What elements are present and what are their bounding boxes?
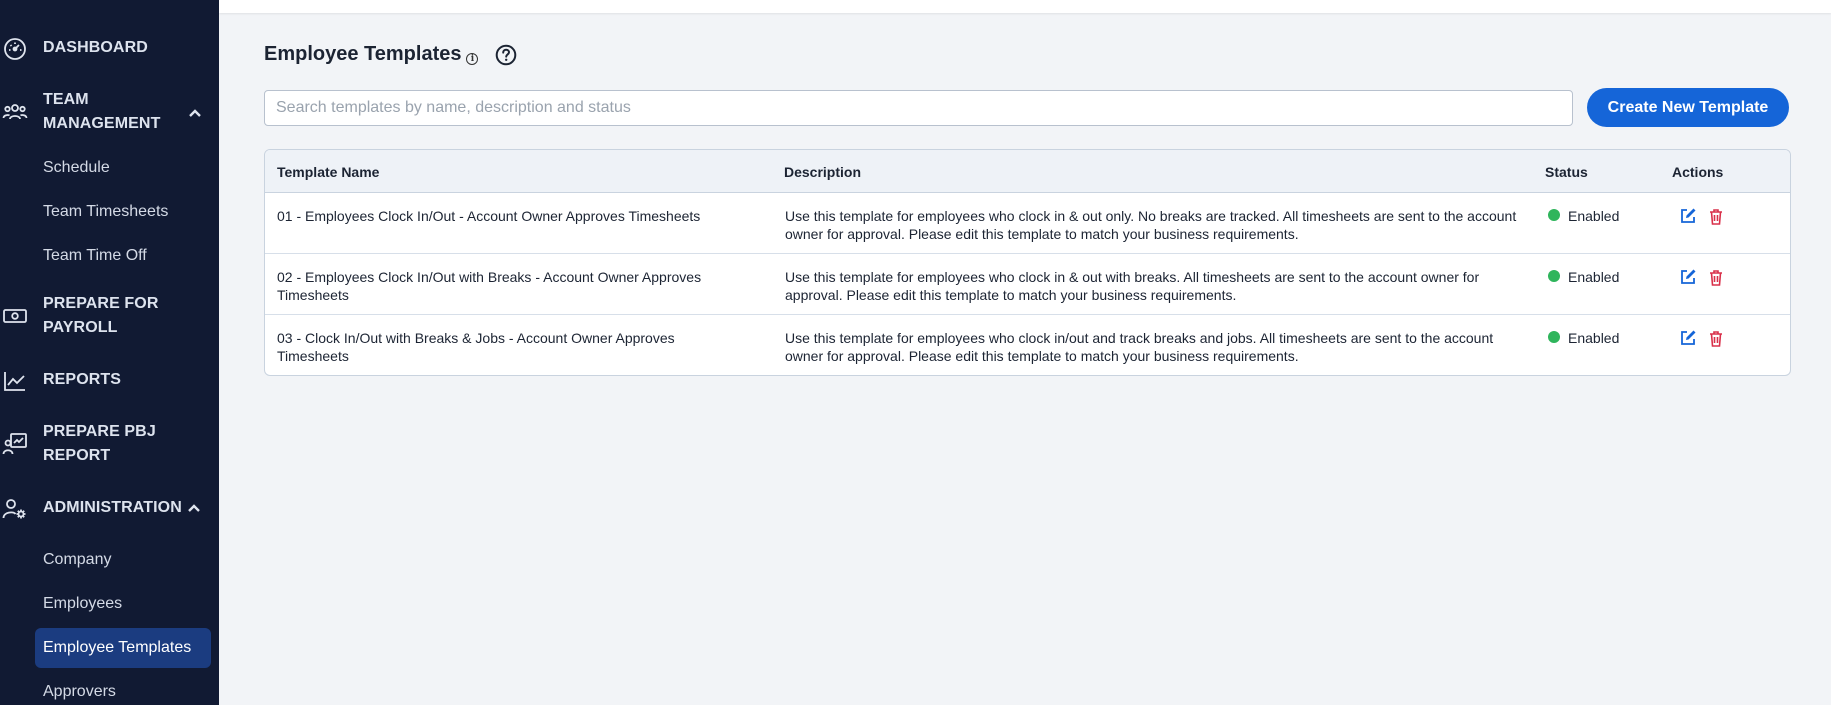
trash-icon[interactable] — [1708, 208, 1724, 225]
template-name-cell: 02 - Employees Clock In/Out with Breaks … — [277, 269, 702, 303]
nav-company[interactable]: Company — [43, 548, 111, 572]
people-icon — [2, 99, 28, 125]
status-dot — [1548, 208, 1560, 221]
edit-icon[interactable] — [1679, 207, 1697, 225]
question-circle-icon[interactable] — [495, 44, 517, 66]
status-cell: Enabled — [1548, 207, 1619, 225]
sidebar: DASHBOARD TEAM MANAGEMENT Schedule Team … — [0, 0, 219, 705]
nav-administration-label: ADMINISTRATION — [43, 499, 182, 516]
create-new-template-button[interactable]: Create New Template — [1587, 88, 1789, 127]
trash-icon[interactable] — [1708, 330, 1724, 347]
info-icon[interactable]: i — [466, 52, 479, 65]
description-cell: Use this template for employees who cloc… — [785, 208, 1517, 242]
nav-dashboard-label: DASHBOARD — [43, 39, 148, 56]
template-name-cell: 03 - Clock In/Out with Breaks & Jobs - A… — [277, 330, 675, 364]
status-label: Enabled — [1568, 269, 1620, 285]
status-dot — [1548, 269, 1560, 282]
edit-icon[interactable] — [1679, 329, 1697, 347]
table-row[interactable]: 02 - Employees Clock In/Out with Breaks … — [265, 254, 1790, 315]
description-cell: Use this template for employees who cloc… — [785, 269, 1480, 303]
top-bar — [219, 0, 1831, 13]
nav-schedule[interactable]: Schedule — [43, 156, 110, 180]
chart-line-icon — [2, 368, 28, 394]
money-icon — [2, 303, 28, 329]
table-row[interactable]: 03 - Clock In/Out with Breaks & Jobs - A… — [265, 315, 1790, 375]
table-row[interactable]: 01 - Employees Clock In/Out - Account Ow… — [265, 193, 1790, 254]
nav-reports-label: REPORTS — [43, 371, 122, 388]
trash-icon[interactable] — [1708, 269, 1724, 286]
status-cell: Enabled — [1548, 329, 1619, 347]
status-dot — [1548, 330, 1560, 343]
header-actions: Actions — [1672, 164, 1724, 180]
nav-team-management-line2: MANAGEMENT — [43, 115, 161, 132]
chevron-up-icon[interactable] — [187, 105, 203, 121]
page-title: Employee Templates i — [264, 43, 479, 66]
nav-team-time-off[interactable]: Team Time Off — [43, 244, 147, 268]
nav-prepare-payroll-line1: PREPARE FOR — [43, 295, 159, 312]
status-cell: Enabled — [1548, 268, 1619, 286]
description-cell: Use this template for employees who cloc… — [785, 330, 1494, 364]
template-name-cell: 01 - Employees Clock In/Out - Account Ow… — [277, 208, 701, 224]
nav-prepare-payroll-label: PREPARE FOR PAYROLL — [43, 292, 158, 340]
nav-approvers[interactable]: Approvers — [43, 680, 116, 704]
templates-table: Template Name Description Status Actions… — [264, 149, 1791, 376]
nav-prepare-pbj-line2: REPORT — [43, 447, 111, 464]
nav-team-management-line1: TEAM — [43, 91, 89, 108]
nav-prepare-pbj-line1: PREPARE PBJ — [43, 423, 156, 440]
user-gear-icon — [2, 496, 28, 522]
chevron-up-icon[interactable] — [186, 500, 202, 516]
edit-icon[interactable] — [1679, 268, 1697, 286]
header-status[interactable]: Status — [1545, 164, 1588, 180]
report-icon — [2, 431, 28, 457]
nav-prepare-payroll-line2: PAYROLL — [43, 319, 118, 336]
status-label: Enabled — [1568, 208, 1620, 224]
nav-employee-templates[interactable]: Employee Templates — [35, 628, 211, 668]
nav-team-management-label: TEAM MANAGEMENT — [43, 88, 160, 136]
nav-prepare-pbj-label: PREPARE PBJ REPORT — [43, 420, 156, 468]
page-title-text: Employee Templates — [264, 43, 462, 65]
header-description[interactable]: Description — [784, 164, 861, 180]
status-label: Enabled — [1568, 330, 1620, 346]
header-template-name[interactable]: Template Name — [277, 164, 379, 180]
nav-team-timesheets[interactable]: Team Timesheets — [43, 200, 168, 224]
speedometer-icon — [2, 36, 28, 62]
nav-employees[interactable]: Employees — [43, 592, 122, 616]
search-input[interactable] — [264, 90, 1573, 126]
table-header: Template Name Description Status Actions — [265, 150, 1790, 193]
